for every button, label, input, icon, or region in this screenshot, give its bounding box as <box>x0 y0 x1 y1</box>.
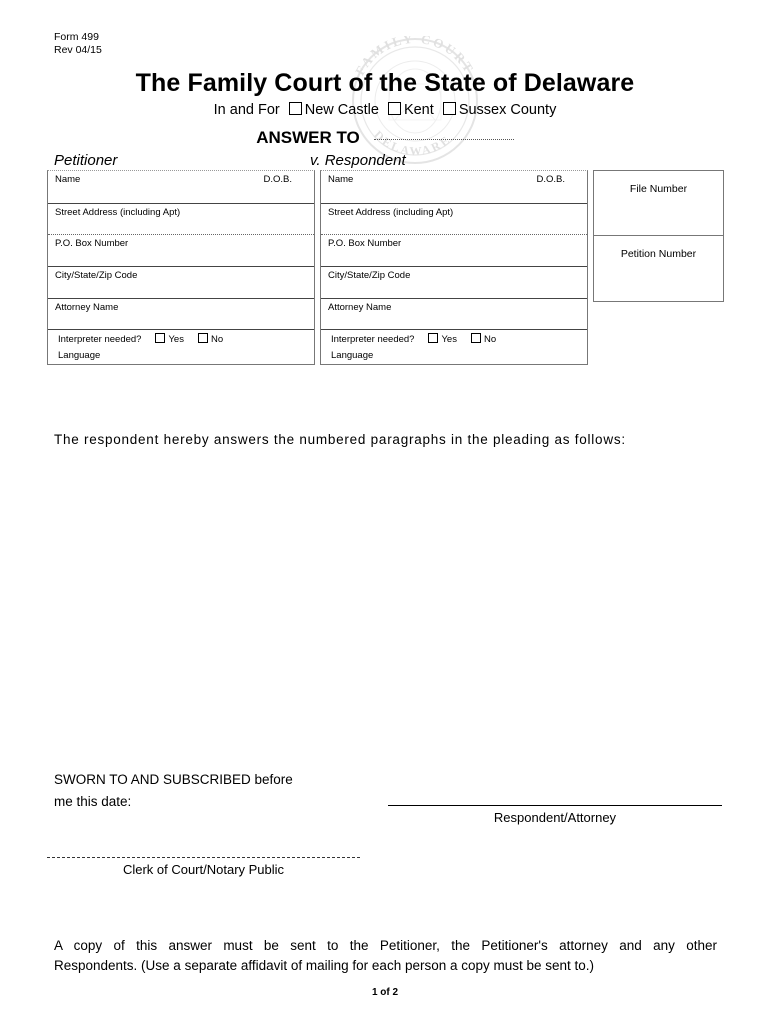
language-label: Language <box>58 350 101 361</box>
interpreter-no-label: No <box>483 334 497 345</box>
respondent-signature-label: Respondent/Attorney <box>493 810 617 825</box>
interpreter-label: Interpreter needed? <box>331 334 415 345</box>
sworn-statement: SWORN TO AND SUBSCRIBED before me this d… <box>54 769 374 813</box>
petitioner-city-row[interactable]: City/State/Zip Code <box>48 267 314 299</box>
interpreter-yes-label: Yes <box>441 334 457 345</box>
petitioner-heading: Petitioner <box>54 152 118 169</box>
respondent-pobox-row[interactable]: P.O. Box Number <box>321 235 587 267</box>
city-label: City/State/Zip Code <box>55 270 138 281</box>
name-label: Name <box>328 174 354 185</box>
language-label: Language <box>331 350 374 361</box>
page-title: The Family Court of the State of Delawar… <box>135 69 635 97</box>
form-page: FAMILY COURT DELAWARE Form 499 Rev 04/15… <box>0 0 770 1024</box>
language-field[interactable]: Language <box>331 350 587 362</box>
county-selection: In and For New Castle Kent Sussex County <box>0 100 770 120</box>
petitioner-street-row[interactable]: Street Address (including Apt) <box>48 204 314 235</box>
answer-to-row: ANSWER TO <box>0 126 770 148</box>
page-number-footer: 1 of 2 <box>371 987 399 998</box>
attorney-label: Attorney Name <box>55 302 119 313</box>
notice-line-2: Respondents. (Use a separate affidavit o… <box>54 958 595 973</box>
form-number: Form 499 <box>54 31 99 43</box>
respondent-street-row[interactable]: Street Address (including Apt) <box>321 204 587 235</box>
sworn-line-1: SWORN TO AND SUBSCRIBED before <box>54 772 293 787</box>
form-revision: Rev 04/15 <box>54 44 102 56</box>
petitioner-info-table: Name D.O.B. Street Address (including Ap… <box>47 170 315 365</box>
dob-label: D.O.B. <box>263 174 292 185</box>
form-meta: Form 499 Rev 04/15 <box>54 31 102 57</box>
county-label-kent: Kent <box>403 102 434 118</box>
checkbox-interpreter-yes[interactable] <box>428 333 439 343</box>
respondent-name-row[interactable]: Name D.O.B. <box>321 171 587 204</box>
name-label: Name <box>55 174 81 185</box>
file-number-field[interactable]: File Number <box>594 171 723 236</box>
checkbox-interpreter-no[interactable] <box>470 333 481 343</box>
interpreter-label: Interpreter needed? <box>58 334 142 345</box>
interpreter-no-label: No <box>210 334 224 345</box>
county-label-sussex: Sussex County <box>458 102 557 118</box>
street-label: Street Address (including Apt) <box>328 207 454 218</box>
sworn-line-2: me this date: <box>54 794 132 809</box>
checkbox-interpreter-no[interactable] <box>197 333 208 343</box>
petition-number-label: Petition Number <box>620 248 697 260</box>
street-label: Street Address (including Apt) <box>55 207 181 218</box>
interpreter-question: Interpreter needed? Yes No <box>58 333 314 346</box>
interpreter-question: Interpreter needed? Yes No <box>331 333 587 346</box>
petitioner-interpreter-row: Interpreter needed? Yes No Language <box>48 330 314 364</box>
county-label-new-castle: New Castle <box>304 102 379 118</box>
checkbox-kent[interactable] <box>387 102 401 115</box>
respondent-heading: v. Respondent <box>310 152 406 169</box>
checkbox-sussex[interactable] <box>442 102 456 115</box>
pobox-label: P.O. Box Number <box>328 238 402 249</box>
clerk-signature-label: Clerk of Court/Notary Public <box>122 862 285 877</box>
checkbox-interpreter-yes[interactable] <box>155 333 166 343</box>
answer-to-blank-field[interactable] <box>373 126 514 140</box>
clerk-signature-line[interactable] <box>47 857 360 858</box>
county-prefix-label: In and For <box>213 102 280 118</box>
city-label: City/State/Zip Code <box>328 270 411 281</box>
mailing-notice: A copy of this answer must be sent to th… <box>54 936 717 976</box>
checkbox-new-castle[interactable] <box>288 102 302 115</box>
respondent-signature-line[interactable] <box>388 805 722 806</box>
petitioner-name-row[interactable]: Name D.O.B. <box>48 171 314 204</box>
notice-line-1: A copy of this answer must be sent to th… <box>54 938 717 953</box>
respondent-attorney-row[interactable]: Attorney Name <box>321 299 587 330</box>
answer-instruction-text: The respondent hereby answers the number… <box>54 432 626 447</box>
language-field[interactable]: Language <box>58 350 314 362</box>
petitioner-pobox-row[interactable]: P.O. Box Number <box>48 235 314 267</box>
answer-to-label: ANSWER TO <box>256 128 360 147</box>
pobox-label: P.O. Box Number <box>55 238 129 249</box>
title-block: The Family Court of the State of Delawar… <box>0 68 770 148</box>
respondent-city-row[interactable]: City/State/Zip Code <box>321 267 587 299</box>
respondent-interpreter-row: Interpreter needed? Yes No Language <box>321 330 587 364</box>
respondent-info-table: Name D.O.B. Street Address (including Ap… <box>320 170 588 365</box>
petitioner-attorney-row[interactable]: Attorney Name <box>48 299 314 330</box>
interpreter-yes-label: Yes <box>168 334 184 345</box>
case-number-box: File Number Petition Number <box>593 170 724 302</box>
file-number-label: File Number <box>629 183 688 195</box>
dob-label: D.O.B. <box>536 174 565 185</box>
petition-number-field[interactable]: Petition Number <box>594 236 723 301</box>
attorney-label: Attorney Name <box>328 302 392 313</box>
